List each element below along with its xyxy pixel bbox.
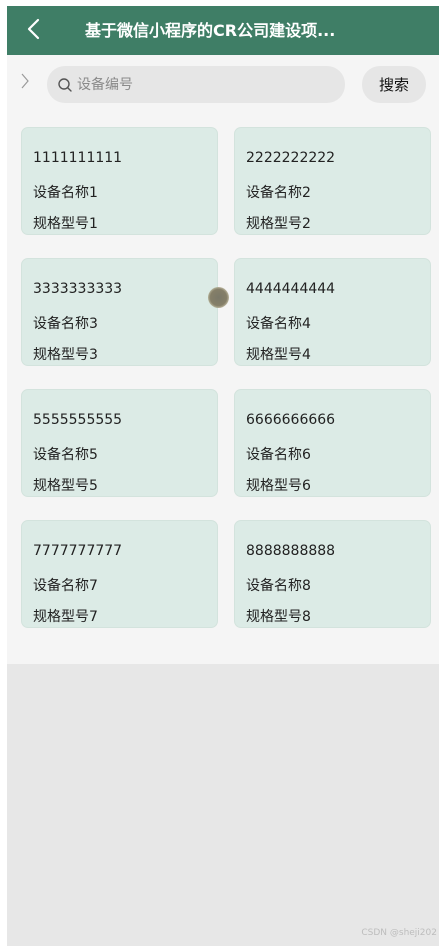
search-input[interactable] — [77, 72, 327, 97]
device-grid: 1111111111 设备名称1 规格型号1 2222222222 设备名称2 … — [21, 127, 431, 628]
device-card[interactable]: 7777777777 设备名称7 规格型号7 — [21, 520, 218, 628]
page-title: 基于微信小程序的CR公司建设项... — [85, 21, 336, 40]
device-card[interactable]: 5555555555 设备名称5 规格型号5 — [21, 389, 218, 497]
search-bar[interactable] — [47, 66, 345, 103]
device-model: 规格型号6 — [246, 478, 311, 494]
device-model: 规格型号7 — [33, 609, 98, 625]
device-name: 设备名称4 — [246, 316, 311, 332]
device-code: 2222222222 — [246, 150, 336, 166]
device-name: 设备名称7 — [33, 578, 98, 594]
device-model: 规格型号4 — [246, 347, 311, 363]
touch-indicator — [208, 287, 229, 308]
device-code: 7777777777 — [33, 543, 123, 559]
device-model: 规格型号3 — [33, 347, 98, 363]
device-name: 设备名称8 — [246, 578, 311, 594]
device-model: 规格型号2 — [246, 216, 311, 232]
app-header: 基于微信小程序的CR公司建设项... — [7, 6, 439, 55]
device-model: 规格型号8 — [246, 609, 311, 625]
main-content: 搜索 1111111111 设备名称1 规格型号1 2222222222 设备名… — [7, 55, 439, 664]
device-card[interactable]: 1111111111 设备名称1 规格型号1 — [21, 127, 218, 235]
device-card[interactable]: 8888888888 设备名称8 规格型号8 — [234, 520, 431, 628]
device-code: 6666666666 — [246, 412, 336, 428]
chevron-left-icon — [27, 18, 40, 40]
search-button[interactable]: 搜索 — [362, 66, 426, 103]
chevron-right-icon — [21, 73, 29, 89]
device-model: 规格型号1 — [33, 216, 98, 232]
device-model: 规格型号5 — [33, 478, 98, 494]
device-code: 4444444444 — [246, 281, 336, 297]
watermark: CSDN @sheji202 — [361, 928, 437, 938]
device-code: 8888888888 — [246, 543, 336, 559]
device-card[interactable]: 3333333333 设备名称3 规格型号3 — [21, 258, 218, 366]
device-code: 5555555555 — [33, 412, 123, 428]
device-name: 设备名称2 — [246, 185, 311, 201]
device-card[interactable]: 6666666666 设备名称6 规格型号6 — [234, 389, 431, 497]
device-card[interactable]: 4444444444 设备名称4 规格型号4 — [234, 258, 431, 366]
device-name: 设备名称1 — [33, 185, 98, 201]
expand-toggle[interactable] — [17, 70, 33, 92]
back-button[interactable] — [17, 12, 51, 46]
device-name: 设备名称5 — [33, 447, 98, 463]
device-name: 设备名称3 — [33, 316, 98, 332]
window-left-edge — [0, 0, 7, 946]
device-code: 3333333333 — [33, 281, 123, 297]
search-icon — [58, 78, 72, 92]
device-card[interactable]: 2222222222 设备名称2 规格型号2 — [234, 127, 431, 235]
device-name: 设备名称6 — [246, 447, 311, 463]
device-code: 1111111111 — [33, 150, 123, 166]
